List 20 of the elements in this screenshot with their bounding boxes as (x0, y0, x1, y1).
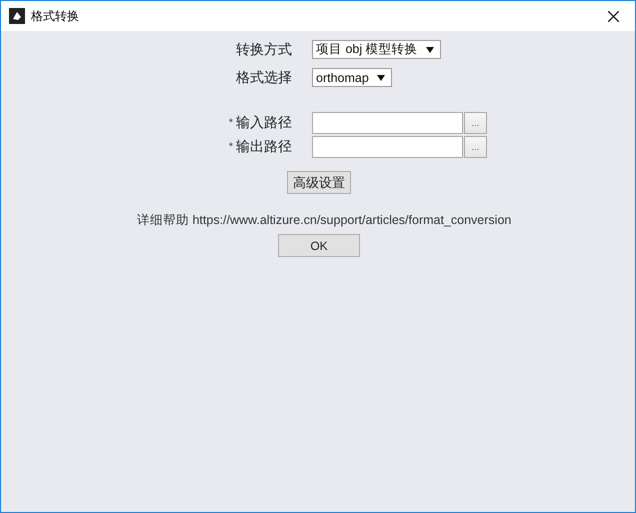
field-label: 格式选择 (236, 68, 292, 86)
ok-button[interactable]: OK (278, 234, 360, 257)
field-label: 输出路径 (236, 138, 292, 156)
path-field[interactable] (312, 136, 463, 158)
window-title: 格式转换 (31, 8, 80, 24)
field-label: 转换方式 (236, 40, 292, 58)
required-mark: * (228, 141, 233, 153)
dropdown[interactable]: 项目 obj 模型转换 (312, 40, 441, 59)
dropdown[interactable]: orthomap (312, 68, 392, 87)
required-mark: * (228, 117, 233, 129)
field-label: 输入路径 (236, 114, 292, 132)
path-field[interactable] (312, 112, 463, 134)
browse-button[interactable]: ... (464, 112, 487, 134)
advanced-settings-button[interactable]: 高级设置 (287, 171, 351, 194)
caret-icon (426, 46, 434, 52)
close-icon[interactable] (608, 10, 619, 22)
caret-icon (376, 74, 385, 80)
browse-button[interactable]: ... (464, 136, 487, 158)
app-icon (9, 8, 25, 24)
help-text: 详细帮助 https://www.altizure.cn/support/articles/format_conversion (137, 212, 512, 229)
